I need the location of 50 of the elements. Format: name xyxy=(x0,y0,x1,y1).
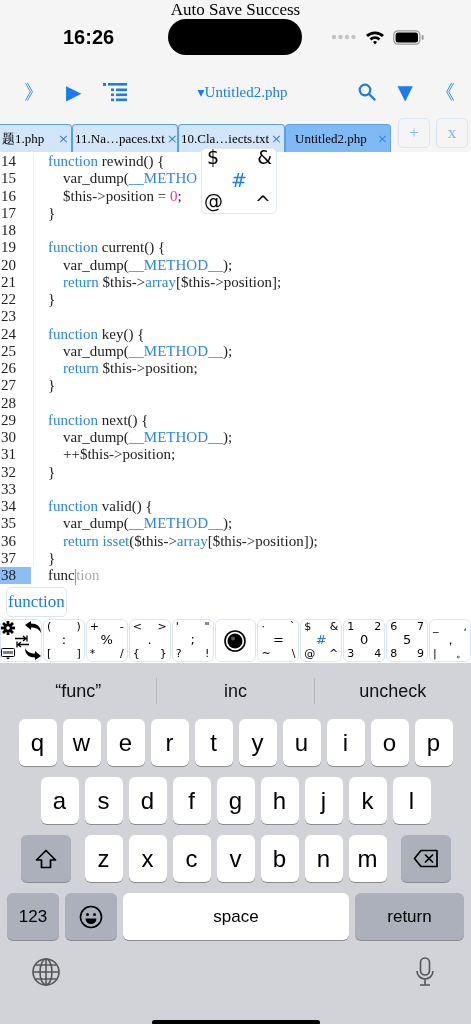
line-number: 16 xyxy=(0,187,33,205)
code-line: } xyxy=(47,549,56,567)
code-line: } xyxy=(47,377,56,395)
line-number: 21 xyxy=(0,273,33,291)
code-line: return isset($this->array[$this->position]); xyxy=(62,532,318,550)
code-line: function key() { xyxy=(47,325,145,343)
code-line: function rewind() { xyxy=(47,153,165,171)
key-symbol: ^ xyxy=(255,193,271,213)
line-number: 22 xyxy=(0,291,33,309)
key-symbol: @ xyxy=(204,191,223,211)
code-line: } xyxy=(47,291,56,309)
code-line: function next() { xyxy=(47,411,149,429)
code-line: } xyxy=(47,204,56,222)
line-number: 30 xyxy=(0,429,33,447)
line-number: 28 xyxy=(0,394,33,412)
line-number: 26 xyxy=(0,360,33,378)
line-number: 31 xyxy=(0,446,33,464)
line-number: 38 xyxy=(0,567,33,585)
code-line: function current() { xyxy=(47,239,166,257)
code-line: return $this->position; xyxy=(62,360,198,378)
line-number: 32 xyxy=(0,463,33,481)
line-number: 36 xyxy=(0,532,33,550)
code-line: } xyxy=(47,463,56,481)
line-number: 25 xyxy=(0,342,33,360)
line-number: 27 xyxy=(0,377,33,395)
code-line: return $this->array[$this->position]; xyxy=(62,273,282,291)
code-line: $this->position = 0; xyxy=(62,187,182,205)
line-number: 35 xyxy=(0,515,33,533)
line-number: 24 xyxy=(0,325,33,343)
line-number: 34 xyxy=(0,498,33,516)
code-line: var_dump(__METHOD__); xyxy=(62,256,233,274)
code-line: function valid() { xyxy=(47,498,153,516)
code-line: var_dump(__METHO xyxy=(62,170,198,188)
code-line: function xyxy=(47,567,100,585)
line-number: 18 xyxy=(0,222,33,240)
code-line: var_dump(__METHOD__); xyxy=(62,515,233,533)
code-line: var_dump(__METHOD__); xyxy=(62,429,233,447)
key-symbol: # xyxy=(231,170,247,190)
status-time: 16:26 xyxy=(63,25,116,49)
line-number: 20 xyxy=(0,256,33,274)
line-number: 33 xyxy=(0,480,33,498)
line-number: 29 xyxy=(0,411,33,429)
line-number: 19 xyxy=(0,239,33,257)
line-number: 23 xyxy=(0,308,33,326)
code-line: var_dump(__METHOD__); xyxy=(62,342,233,360)
code-line: ++$this->position; xyxy=(62,446,176,464)
line-number: 17 xyxy=(0,204,33,222)
line-number: 14 xyxy=(0,153,33,171)
toast-message: Auto Save Success xyxy=(169,0,302,20)
line-number: 15 xyxy=(0,170,33,188)
